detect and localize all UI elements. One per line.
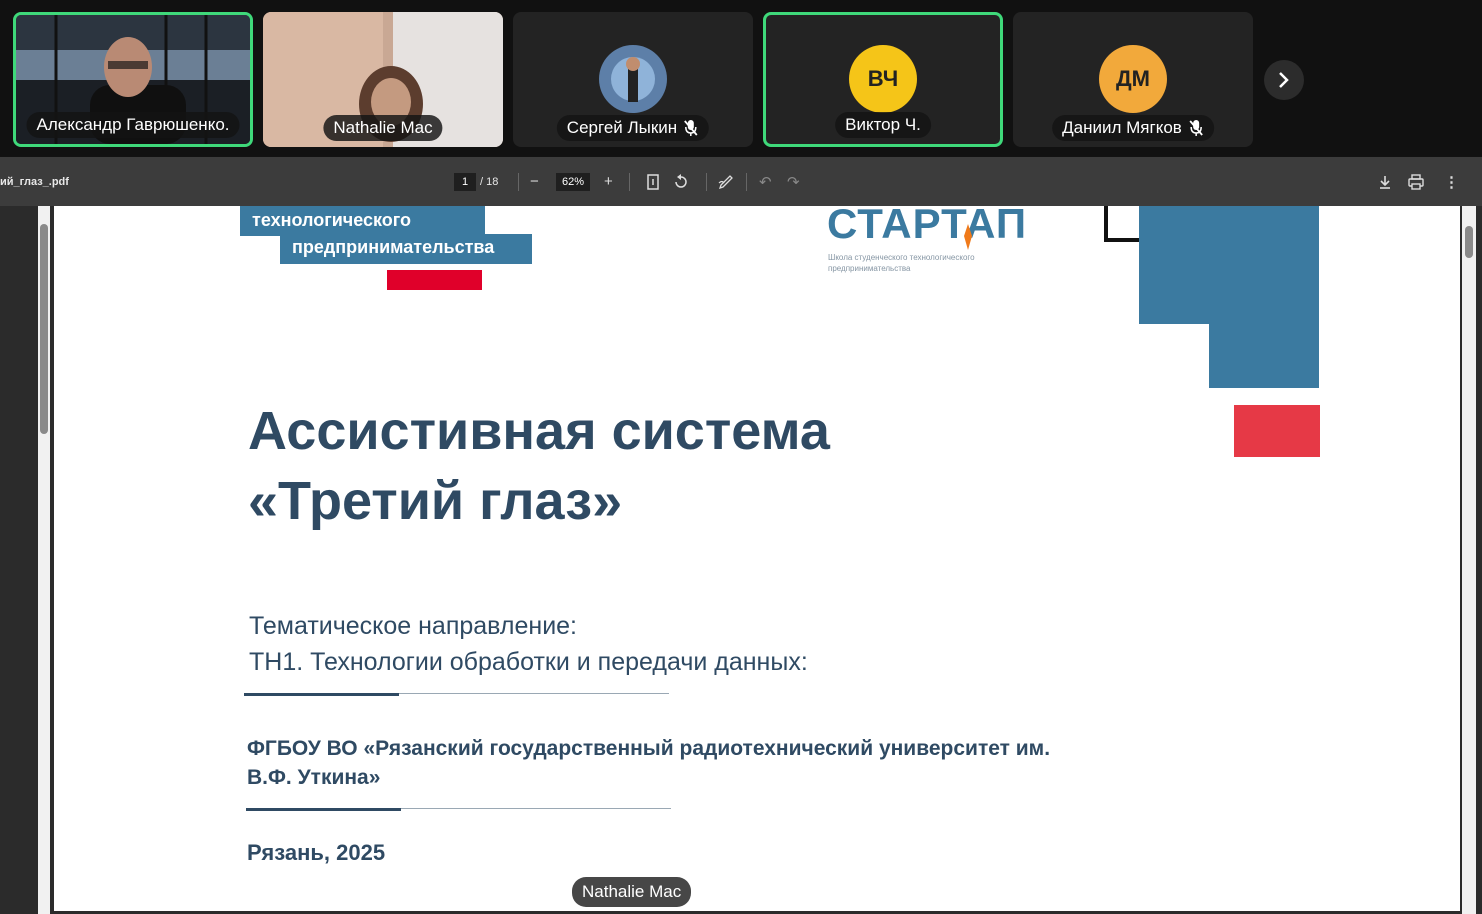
next-participants-button[interactable] xyxy=(1264,60,1304,100)
zoom-in-button[interactable]: + xyxy=(604,157,613,206)
print-icon xyxy=(1408,173,1424,190)
startup-logo-sub: предпринимательства xyxy=(828,264,911,273)
chevron-right-icon xyxy=(1279,72,1289,88)
minus-icon: − xyxy=(530,173,539,190)
zoom-input[interactable]: 62% xyxy=(556,172,590,191)
redo-icon: ↷ xyxy=(787,173,800,191)
more-options-button[interactable]: ⋮ xyxy=(1444,157,1459,206)
mic-off-icon xyxy=(684,120,698,136)
undo-icon: ↶ xyxy=(759,173,772,191)
annotate-button[interactable] xyxy=(718,157,734,206)
participant-avatar: ВЧ xyxy=(849,45,917,113)
participant-strip: Александр Гаврюшенко. Nathalie Mac Серге… xyxy=(0,0,1482,156)
divider xyxy=(244,693,399,696)
scrollbar[interactable] xyxy=(38,206,50,914)
page-number-input[interactable]: 1 xyxy=(454,172,476,191)
decorative-shapes xyxy=(1104,206,1320,457)
pdf-viewport[interactable]: технологического предпринимательства СТА… xyxy=(0,206,1482,914)
startup-logo-sub: Школа студенческого технологического xyxy=(828,253,975,262)
divider xyxy=(246,808,401,811)
slide-title-line: Ассистивная система xyxy=(248,401,830,461)
participant-name: Nathalie Mac xyxy=(323,115,443,141)
fit-page-icon xyxy=(647,173,659,190)
toolbar-divider xyxy=(518,173,519,191)
pen-icon xyxy=(718,174,733,189)
rotate-icon xyxy=(675,173,687,188)
slide-direction-line: ТН1. Технологии обработки и передачи дан… xyxy=(249,648,808,676)
participant-name: Сергей Лыкин xyxy=(556,115,710,141)
slide-city-year: Рязань, 2025 xyxy=(247,840,386,865)
slide-title: Ассистивная система «Третий глаз» xyxy=(248,396,830,536)
toolbar-divider xyxy=(629,173,630,191)
scrollbar-thumb[interactable] xyxy=(40,224,48,434)
download-button[interactable] xyxy=(1377,157,1393,206)
slide-direction: Тематическое направление: ТН1. Технологи… xyxy=(249,608,808,680)
mic-off-icon xyxy=(1189,120,1203,136)
participant-tile[interactable]: Nathalie Mac xyxy=(263,12,503,147)
participant-tile[interactable]: ДМ Даниил Мягков xyxy=(1013,12,1253,147)
participant-name: Даниил Мягков xyxy=(1052,115,1214,141)
slide-title-line: «Третий глаз» xyxy=(248,471,623,531)
rocket-icon xyxy=(964,224,972,250)
participant-name: Виктор Ч. xyxy=(835,112,931,138)
toolbar-divider xyxy=(706,173,707,191)
undo-button[interactable]: ↶ xyxy=(759,157,772,206)
page-total: / 18 xyxy=(480,175,499,188)
participant-avatar xyxy=(599,45,667,113)
participant-tile[interactable]: ВЧ Виктор Ч. xyxy=(763,12,1003,147)
participant-tile[interactable]: Сергей Лыкин xyxy=(513,12,753,147)
slide-organization: ФГБОУ ВО «Рязанский государственный ради… xyxy=(247,734,1050,792)
toolbar-divider xyxy=(746,173,747,191)
rotate-button[interactable] xyxy=(673,157,689,206)
participant-name: Александр Гаврюшенко. xyxy=(26,112,240,138)
pdf-filename: ий_глаз_.pdf xyxy=(0,175,69,188)
pdf-page: технологического предпринимательства СТА… xyxy=(54,206,1460,911)
participant-tile[interactable]: Александр Гаврюшенко. xyxy=(13,12,253,147)
slide-organization-line: В.Ф. Уткина» xyxy=(247,766,381,789)
scrollbar[interactable] xyxy=(1462,206,1476,914)
slide-organization-line: ФГБОУ ВО «Рязанский государственный ради… xyxy=(247,737,1051,760)
startup-logo-title: СТАРТАП xyxy=(827,206,1028,247)
pdf-toolbar: ий_глаз_.pdf 1 / 18 − 62% + ↶ ↷ ⋮ xyxy=(0,157,1482,206)
print-button[interactable] xyxy=(1407,157,1425,206)
slide-direction-line: Тематическое направление: xyxy=(249,612,578,640)
logo-left-text: технологического xyxy=(252,210,412,230)
download-icon xyxy=(1380,175,1390,189)
logo-left-text: предпринимательства xyxy=(292,237,495,257)
scrollbar-thumb[interactable] xyxy=(1465,226,1473,258)
redo-button[interactable]: ↷ xyxy=(787,157,800,206)
participant-avatar: ДМ xyxy=(1099,45,1167,113)
zoom-out-button[interactable]: − xyxy=(530,157,539,206)
speaker-name-label: Nathalie Mac xyxy=(572,877,692,907)
more-vertical-icon: ⋮ xyxy=(1444,173,1459,191)
fit-page-button[interactable] xyxy=(646,157,660,206)
plus-icon: + xyxy=(604,173,613,190)
